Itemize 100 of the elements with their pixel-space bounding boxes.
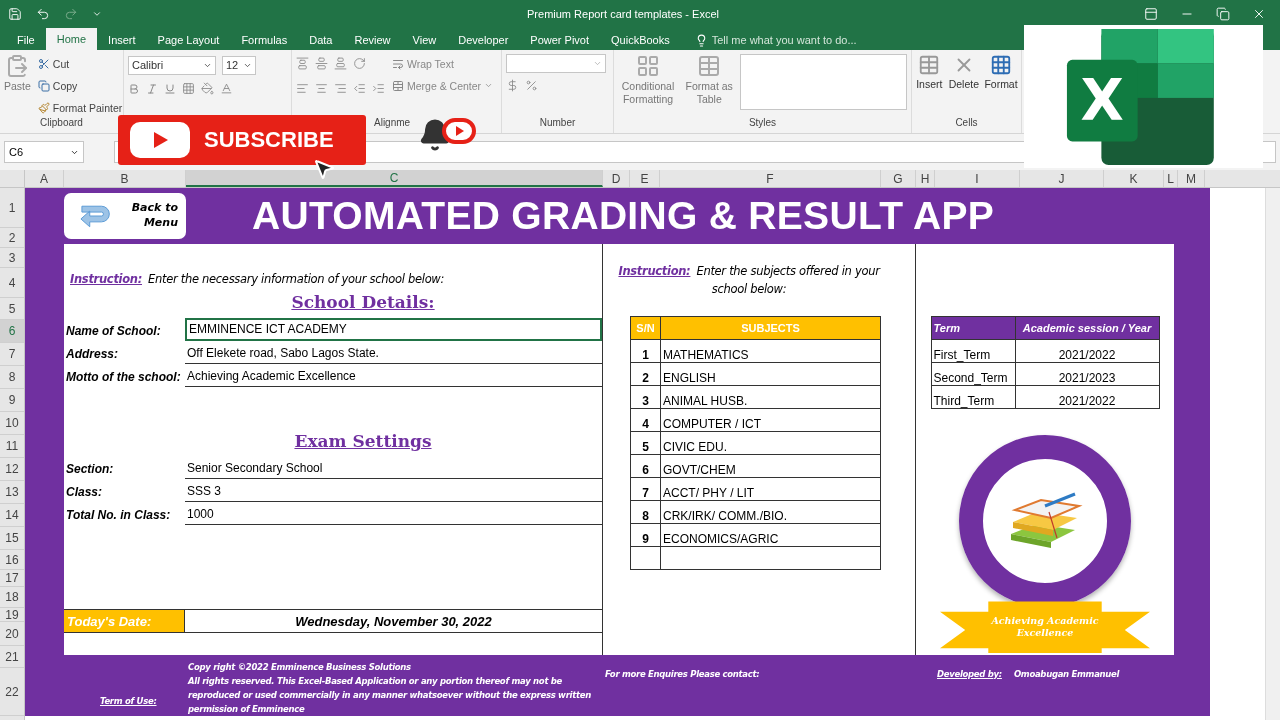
date-value: Wednesday, November 30, 2022 — [294, 612, 493, 631]
vertical-scrollbar[interactable] — [1265, 188, 1280, 720]
developed-by-link[interactable]: Developed by: — [937, 669, 1002, 679]
field-value-cell[interactable]: Senior Secondary School — [185, 456, 602, 480]
restore-icon[interactable] — [1216, 7, 1230, 21]
ribbon-tab[interactable]: View — [401, 30, 448, 50]
row-header[interactable]: 7 — [0, 343, 24, 366]
table-cell: 7 — [630, 477, 661, 501]
row-header[interactable]: 14 — [0, 504, 24, 527]
copy-button[interactable]: Copy — [36, 76, 124, 95]
ribbon-tab[interactable]: Developer — [447, 30, 520, 50]
ribbon-tab[interactable]: Review — [343, 30, 402, 50]
ribbon-tab[interactable]: QuickBooks — [600, 30, 681, 50]
row-header[interactable]: 20 — [0, 622, 24, 646]
table-cell[interactable]: ECONOMICS/AGRIC — [660, 523, 881, 547]
table-cell[interactable]: ENGLISH — [660, 362, 881, 386]
row-header[interactable]: 1 — [0, 188, 24, 228]
ribbon-tab[interactable]: Data — [298, 30, 344, 50]
column-header[interactable]: G — [881, 170, 916, 187]
ribbon-tab[interactable]: Home — [45, 28, 98, 50]
font-name-field[interactable]: Calibri — [128, 55, 216, 75]
field-value-cell[interactable]: 1000 — [185, 502, 602, 526]
field-value-cell[interactable]: SSS 3 — [185, 479, 602, 503]
back-to-menu-button[interactable]: Back to Menu — [64, 193, 186, 240]
redo-icon[interactable] — [64, 7, 78, 21]
column-header[interactable]: F — [660, 170, 881, 187]
field-label: Section: — [65, 461, 115, 479]
column-header[interactable]: J — [1020, 170, 1104, 187]
cut-button[interactable]: Cut — [36, 54, 124, 73]
styles-gallery[interactable] — [740, 54, 907, 110]
table-cell[interactable]: MATHEMATICS — [660, 339, 881, 363]
row-header[interactable]: 22 — [0, 668, 24, 716]
ribbon-tab[interactable]: Power Pivot — [519, 30, 601, 50]
table-cell[interactable]: CRK/IRK/ COMM./BIO. — [660, 500, 881, 524]
return-arrow-icon — [78, 203, 112, 230]
table-cell[interactable]: ACCT/ PHY / LIT — [660, 477, 881, 501]
delete-button[interactable]: Delete — [948, 54, 979, 117]
row-header[interactable]: 19 — [0, 608, 24, 622]
table-cell: 1 — [630, 339, 661, 363]
row-header[interactable]: 10 — [0, 412, 24, 435]
row-header[interactable]: 9 — [0, 389, 24, 412]
row-header[interactable]: 3 — [0, 248, 24, 268]
format-as-table-button[interactable]: Format as Table — [684, 54, 735, 117]
row-header[interactable]: 15 — [0, 527, 24, 550]
column-header[interactable]: K — [1104, 170, 1164, 187]
row-header[interactable]: 11 — [0, 435, 24, 458]
paste-button[interactable]: Paste — [4, 54, 31, 117]
column-header[interactable]: M — [1178, 170, 1205, 187]
row-header[interactable]: 17 — [0, 570, 24, 587]
row-header[interactable]: 12 — [0, 458, 24, 481]
column-header[interactable]: E — [630, 170, 660, 187]
row-header[interactable]: 18 — [0, 587, 24, 608]
row-header[interactable]: 4 — [0, 268, 24, 298]
close-icon[interactable] — [1252, 7, 1266, 21]
table-cell[interactable]: COMPUTER / ICT — [660, 408, 881, 432]
terms-of-use-link[interactable]: Term of Use: — [100, 696, 188, 706]
row-header[interactable]: 16 — [0, 550, 24, 570]
undo-icon[interactable] — [36, 7, 50, 21]
table-cell[interactable]: ANIMAL HUSB. — [660, 385, 881, 409]
row-header[interactable]: 13 — [0, 481, 24, 504]
ribbon-display-icon[interactable] — [1144, 7, 1158, 21]
table-cell: 3 — [630, 385, 661, 409]
column-header[interactable]: D — [603, 170, 630, 187]
format-painter-button[interactable]: Format Painter — [36, 98, 124, 117]
row-header[interactable]: 8 — [0, 366, 24, 389]
field-label: Address: — [65, 346, 119, 364]
conditional-formatting-button[interactable]: Conditional Formatting — [618, 54, 679, 117]
field-label: Class: — [65, 484, 104, 502]
font-size-field[interactable]: 12 — [222, 55, 256, 75]
field-label: Motto of the school: — [65, 369, 182, 387]
ribbon-tab[interactable]: File — [6, 30, 46, 50]
column-header[interactable]: H — [916, 170, 935, 187]
row-header[interactable]: 2 — [0, 228, 24, 248]
column-header[interactable]: A — [25, 170, 64, 187]
ribbon-tab[interactable]: Insert — [97, 30, 147, 50]
clipboard-icon — [5, 54, 30, 78]
table-cell[interactable]: GOVT/CHEM — [660, 454, 881, 478]
instruction-text: Instruction: Enter the subjects offered in your school below: — [617, 263, 882, 299]
column-header[interactable]: C — [186, 170, 603, 187]
scissors-icon — [37, 57, 50, 70]
field-value-cell[interactable]: EMMINENCE ICT ACADEMY — [185, 318, 602, 342]
save-icon[interactable] — [8, 7, 22, 21]
ribbon-tab[interactable]: Formulas — [230, 30, 299, 50]
format-button[interactable]: Format — [985, 54, 1017, 117]
insert-button[interactable]: Insert — [916, 54, 943, 117]
column-header[interactable]: L — [1164, 170, 1178, 187]
table-cell[interactable]: CIVIC EDU. — [660, 431, 881, 455]
row-header[interactable]: 6 — [0, 320, 24, 343]
column-header[interactable]: I — [935, 170, 1020, 187]
subscribe-button[interactable]: SUBSCRIBE — [118, 115, 366, 165]
number-format-field[interactable] — [506, 54, 606, 73]
table-cell: Third_Term — [931, 385, 1015, 409]
ribbon-tab[interactable]: Page Layout — [146, 30, 231, 50]
field-value-cell[interactable]: Achieving Academic Excellence — [185, 364, 602, 388]
group-label: Number — [538, 117, 577, 130]
field-value-cell[interactable]: Off Elekete road, Sabo Lagos State. — [185, 341, 602, 365]
name-box[interactable]: C6 — [4, 141, 84, 163]
tell-me-field[interactable]: Tell me what you want to do... — [711, 34, 857, 46]
caret-icon[interactable] — [92, 9, 102, 19]
row-header[interactable]: 21 — [0, 646, 24, 668]
